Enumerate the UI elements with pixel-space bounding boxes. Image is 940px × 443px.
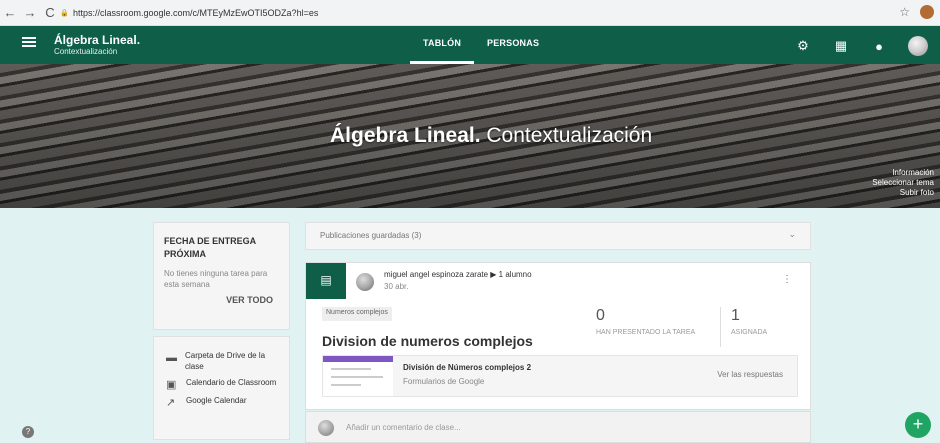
classroom-calendar-label: Calendario de Classroom xyxy=(186,378,277,387)
class-links-card: ▬ Carpeta de Drive de la clase ▣ Calendari… xyxy=(153,336,290,440)
gear-icon[interactable]: ⚙ xyxy=(794,38,812,54)
chevron-down-icon[interactable]: ⌄ xyxy=(788,229,796,240)
comment-input[interactable]: Añadir un comentario de clase... xyxy=(346,423,461,432)
drive-folder-link[interactable]: ▬ Carpeta de Drive de la clase xyxy=(166,350,277,372)
back-icon[interactable]: ← xyxy=(0,5,20,20)
turned-in-label: HAN PRESENTADO LA TAREA xyxy=(596,329,696,336)
google-calendar-link[interactable]: ↗ Google Calendar xyxy=(166,395,277,409)
upcoming-heading: FECHA DE ENTREGA PRÓXIMA xyxy=(164,236,256,259)
view-responses-link[interactable]: Ver las respuestas xyxy=(717,370,783,379)
form-thumbnail xyxy=(323,356,393,396)
url-text: https://classroom.google.com/c/MTEyMzEwO… xyxy=(73,8,319,18)
saved-posts-label: Publicaciones guardadas (3) xyxy=(320,231,422,240)
apps-grid-icon[interactable]: ▦ xyxy=(832,38,850,54)
calendar-icon: ▣ xyxy=(166,379,177,391)
header-icons: ⚙ ▦ ● xyxy=(794,36,928,56)
banner-title-bold: Álgebra Lineal. xyxy=(330,124,481,147)
forward-icon[interactable]: → xyxy=(20,5,40,20)
course-section: Contextualización xyxy=(54,47,118,56)
post-date: 30 abr. xyxy=(384,282,409,291)
turned-in-stat[interactable]: 0 HAN PRESENTADO LA TAREA xyxy=(596,307,721,347)
reload-icon[interactable]: C xyxy=(40,5,60,20)
app-header: Álgebra Lineal. Contextualización TABLÓN… xyxy=(0,26,940,64)
course-name: Álgebra Lineal. xyxy=(54,33,141,47)
google-calendar-label: Google Calendar xyxy=(186,396,247,405)
menu-icon[interactable] xyxy=(22,35,36,49)
classroom-calendar-link[interactable]: ▣ Calendario de Classroom xyxy=(166,377,277,391)
post-author[interactable]: miguel angel espinoza zarate ▶ 1 alumno xyxy=(384,270,532,279)
attached-form[interactable]: División de Números complejos 2 Formular… xyxy=(322,355,798,397)
topic-chip[interactable]: Numeros complejos xyxy=(322,307,392,321)
folder-icon: ▬ xyxy=(166,352,177,364)
account-circle-icon[interactable]: ● xyxy=(870,39,888,54)
class-comment-bar[interactable]: Añadir un comentario de clase... xyxy=(305,411,811,443)
assignment-icon: ▤ xyxy=(306,263,346,299)
turned-in-count: 0 xyxy=(596,307,605,324)
course-title[interactable]: Álgebra Lineal. Contextualización xyxy=(54,33,140,56)
address-bar[interactable]: 🔒 https://classroom.google.com/c/MTEyMzE… xyxy=(60,4,880,22)
tab-stream[interactable]: TABLÓN xyxy=(410,26,475,64)
assignment-title[interactable]: Division de numeros complejos xyxy=(322,333,533,349)
assigned-stat[interactable]: 1 ASIGNADA xyxy=(731,307,791,347)
banner-title: Álgebra Lineal. Contextualización xyxy=(330,124,652,148)
drive-folder-label: Carpeta de Drive de la clase xyxy=(185,351,266,371)
assignment-post: ▤ miguel angel espinoza zarate ▶ 1 alumn… xyxy=(305,262,811,410)
browser-toolbar: ← → C 🔒 https://classroom.google.com/c/M… xyxy=(0,0,940,26)
external-link-icon: ↗ xyxy=(166,397,176,409)
assigned-label: ASIGNADA xyxy=(731,329,768,336)
tab-people[interactable]: PERSONAS xyxy=(474,26,552,64)
upcoming-empty-text: No tienes ninguna tarea para esta semana xyxy=(164,269,268,289)
avatar[interactable] xyxy=(908,36,928,56)
saved-posts-bar[interactable]: Publicaciones guardadas (3) ⌄ xyxy=(305,222,811,250)
more-options-icon[interactable]: ⋮ xyxy=(782,274,792,285)
bookmark-star-icon[interactable]: ☆ xyxy=(899,5,910,19)
help-icon[interactable]: ? xyxy=(22,426,34,438)
form-type: Formularios de Google xyxy=(403,377,485,386)
tab-bar: TABLÓN PERSONAS xyxy=(410,26,552,64)
banner-theme-link[interactable]: Seleccionar tema xyxy=(872,178,934,188)
extension-icon[interactable] xyxy=(920,5,934,19)
banner-menu: Información Seleccionar tema Subir foto xyxy=(872,168,934,198)
assigned-count: 1 xyxy=(731,307,740,324)
lock-icon: 🔒 xyxy=(60,10,69,17)
upcoming-card: FECHA DE ENTREGA PRÓXIMA No tienes ningu… xyxy=(153,222,290,330)
commenter-avatar xyxy=(318,420,334,436)
banner-title-rest: Contextualización xyxy=(480,124,653,147)
author-avatar xyxy=(356,273,374,291)
banner-photo-link[interactable]: Subir foto xyxy=(872,188,934,198)
add-post-button[interactable]: + xyxy=(905,412,931,438)
banner-info-link[interactable]: Información xyxy=(872,168,934,178)
see-all-button[interactable]: VER TODO xyxy=(226,295,273,305)
course-banner: Álgebra Lineal. Contextualización Inform… xyxy=(0,64,940,208)
form-title: División de Números complejos 2 xyxy=(403,363,532,372)
